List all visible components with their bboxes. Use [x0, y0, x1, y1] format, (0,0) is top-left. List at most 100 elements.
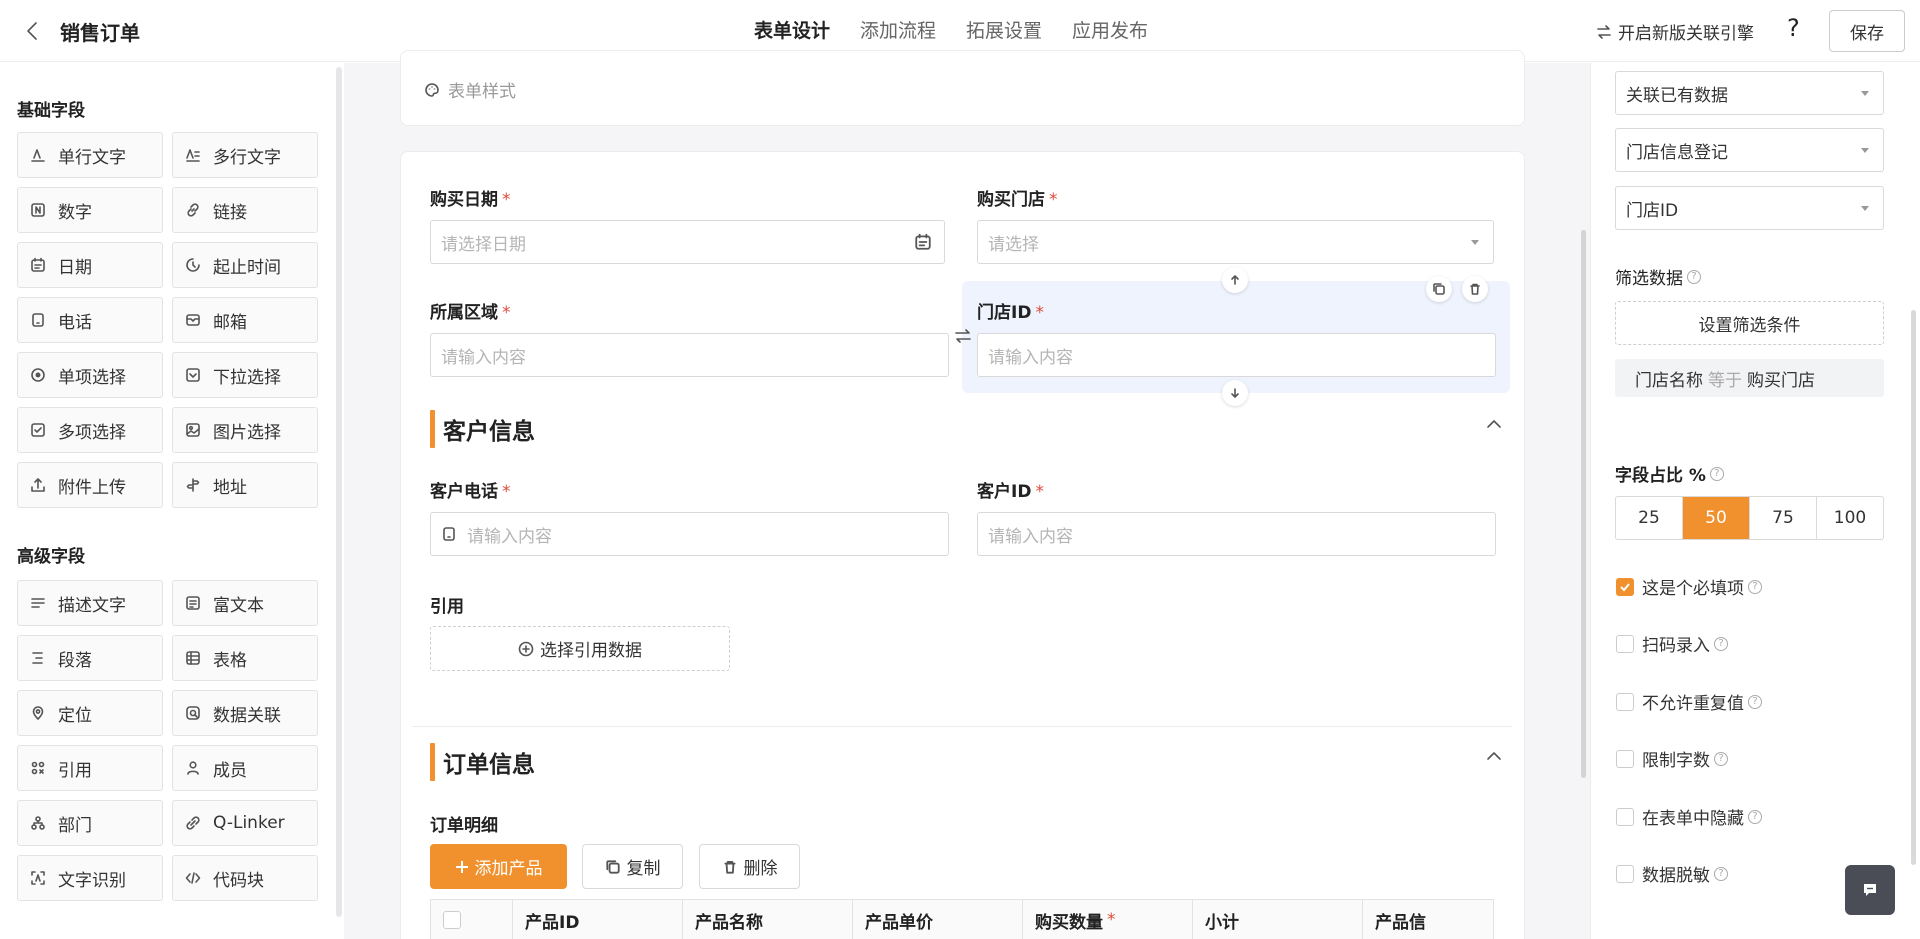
data-source-mode-select[interactable]: 关联已有数据 [1615, 71, 1884, 115]
width-option-50[interactable]: 50 [1683, 497, 1750, 539]
upload-icon [31, 478, 45, 492]
save-button[interactable]: 保存 [1829, 10, 1905, 52]
move-down-icon[interactable] [1222, 380, 1248, 406]
help-icon[interactable]: ? [1709, 466, 1724, 481]
copy-icon [605, 859, 620, 874]
add-product-button[interactable]: 添加产品 [430, 844, 567, 889]
canvas-scrollbar[interactable] [1581, 230, 1586, 778]
width-option-25[interactable]: 25 [1616, 497, 1683, 539]
section-accent-bar [430, 743, 435, 781]
field-single-line-text[interactable]: 单行文字 [17, 132, 163, 178]
store-id-input[interactable]: 请输入内容 [977, 333, 1496, 377]
field-dropdown[interactable]: 下拉选择 [172, 352, 318, 398]
field-data-link[interactable]: 数据关联 [172, 690, 318, 736]
field-multi-line-text[interactable]: 多行文字 [172, 132, 318, 178]
advanced-fields-title: 高级字段 [17, 547, 85, 567]
collapse-chevron-up-icon[interactable] [1484, 746, 1504, 766]
option-data-masking[interactable]: 数据脱敏? [1616, 861, 1728, 886]
select-reference-data-button[interactable]: 选择引用数据 [430, 626, 730, 671]
option-hide-in-form[interactable]: 在表单中隐藏? [1616, 804, 1762, 829]
collapse-chevron-up-icon[interactable] [1484, 414, 1504, 434]
field-table[interactable]: 表格 [172, 635, 318, 681]
store-id-placeholder: 请输入内容 [988, 347, 1073, 368]
field-image-choice[interactable]: 图片选择 [172, 407, 318, 453]
purchase-store-select[interactable]: 请选择 [977, 220, 1494, 264]
field-link[interactable]: 链接 [172, 187, 318, 233]
customer-id-input[interactable]: 请输入内容 [977, 512, 1496, 556]
help-icon[interactable]: ? [1714, 636, 1728, 651]
customer-phone-input[interactable]: 请输入内容 [430, 512, 949, 556]
field-code-block[interactable]: 代码块 [172, 855, 318, 901]
plus-circle-icon [518, 641, 534, 656]
copy-rows-button[interactable]: 复制 [582, 844, 683, 889]
help-icon[interactable]: ? [1748, 809, 1762, 824]
option-scan-input[interactable]: 扫码录入? [1616, 631, 1728, 656]
width-option-100[interactable]: 100 [1817, 497, 1883, 539]
field-ocr[interactable]: 文字识别 [17, 855, 163, 901]
region-input[interactable]: 请输入内容 [430, 333, 949, 377]
scan-input-checkbox[interactable] [1616, 634, 1634, 653]
chevron-down-icon [1861, 91, 1869, 96]
form-style-toggle[interactable]: 表单样式 [424, 77, 516, 102]
field-number[interactable]: 数字 [17, 187, 163, 233]
field-q-linker[interactable]: Q-Linker [172, 800, 318, 846]
delete-field-icon[interactable] [1462, 276, 1488, 302]
move-up-icon[interactable] [1222, 267, 1248, 293]
option-no-duplicates[interactable]: 不允许重复值? [1616, 689, 1762, 714]
linked-field-select[interactable]: 门店ID [1615, 186, 1884, 230]
customer-phone-label: 客户电话 * [430, 482, 511, 502]
field-member[interactable]: 成员 [172, 745, 318, 791]
select-all-checkbox[interactable] [443, 911, 461, 929]
data-masking-checkbox[interactable] [1616, 864, 1634, 883]
option-limit-chars[interactable]: 限制字数? [1616, 746, 1728, 771]
help-icon[interactable]: ? [1714, 751, 1728, 766]
palette-scrollbar[interactable] [336, 67, 342, 917]
field-location[interactable]: 定位 [17, 690, 163, 736]
field-email[interactable]: 邮箱 [172, 297, 318, 343]
help-icon[interactable]: ? [1748, 694, 1762, 709]
field-date-range[interactable]: 起止时间 [172, 242, 318, 288]
field-address[interactable]: 地址 [172, 462, 318, 508]
required-checkbox[interactable] [1616, 577, 1634, 596]
chat-support-button[interactable] [1845, 865, 1895, 915]
copy-field-icon[interactable] [1426, 276, 1452, 302]
hide-in-form-checkbox[interactable] [1616, 807, 1634, 826]
properties-scrollbar[interactable] [1911, 310, 1916, 865]
filter-condition-row[interactable]: 门店名称 等于 购买门店 [1615, 359, 1884, 397]
field-description-text[interactable]: 描述文字 [17, 580, 163, 626]
width-option-75[interactable]: 75 [1750, 497, 1817, 539]
help-icon[interactable]: ? [1787, 14, 1800, 42]
option-required[interactable]: 这是个必填项? [1616, 574, 1762, 599]
field-attachment[interactable]: 附件上传 [17, 462, 163, 508]
app-title: 销售订单 [60, 21, 140, 45]
back-arrow-icon[interactable] [20, 18, 46, 44]
delete-rows-button[interactable]: 删除 [699, 844, 800, 889]
field-department[interactable]: 部门 [17, 800, 163, 846]
field-paragraph[interactable]: 段落 [17, 635, 163, 681]
order-detail-table-header: 产品ID 产品名称 产品单价 购买数量 * 小计 产品信 [430, 899, 1494, 939]
data-search-icon [186, 706, 200, 720]
field-multi-choice[interactable]: 多项选择 [17, 407, 163, 453]
field-rich-text[interactable]: 富文本 [172, 580, 318, 626]
field-width-selector: 25 50 75 100 [1615, 496, 1884, 540]
checkmark-icon [1620, 582, 1630, 591]
field-date[interactable]: 日期 [17, 242, 163, 288]
set-filter-conditions-button[interactable]: 设置筛选条件 [1615, 301, 1884, 345]
field-phone[interactable]: 电话 [17, 297, 163, 343]
no-duplicates-checkbox[interactable] [1616, 692, 1634, 711]
field-reference[interactable]: 引用 [17, 745, 163, 791]
field-single-choice[interactable]: 单项选择 [17, 352, 163, 398]
dropdown-icon [186, 368, 200, 382]
chevron-down-icon [1861, 206, 1869, 211]
location-pin-icon [32, 706, 44, 720]
form-style-card [400, 50, 1525, 126]
enable-new-engine-button[interactable]: 开启新版关联引擎 [1596, 19, 1754, 44]
help-icon[interactable]: ? [1687, 269, 1701, 284]
help-icon[interactable]: ? [1748, 579, 1762, 594]
code-icon [185, 872, 201, 884]
swap-columns-icon[interactable] [953, 326, 973, 346]
linked-form-select[interactable]: 门店信息登记 [1615, 128, 1884, 172]
purchase-date-picker[interactable]: 请选择日期 [430, 220, 945, 264]
help-icon[interactable]: ? [1714, 866, 1728, 881]
limit-chars-checkbox[interactable] [1616, 749, 1634, 768]
